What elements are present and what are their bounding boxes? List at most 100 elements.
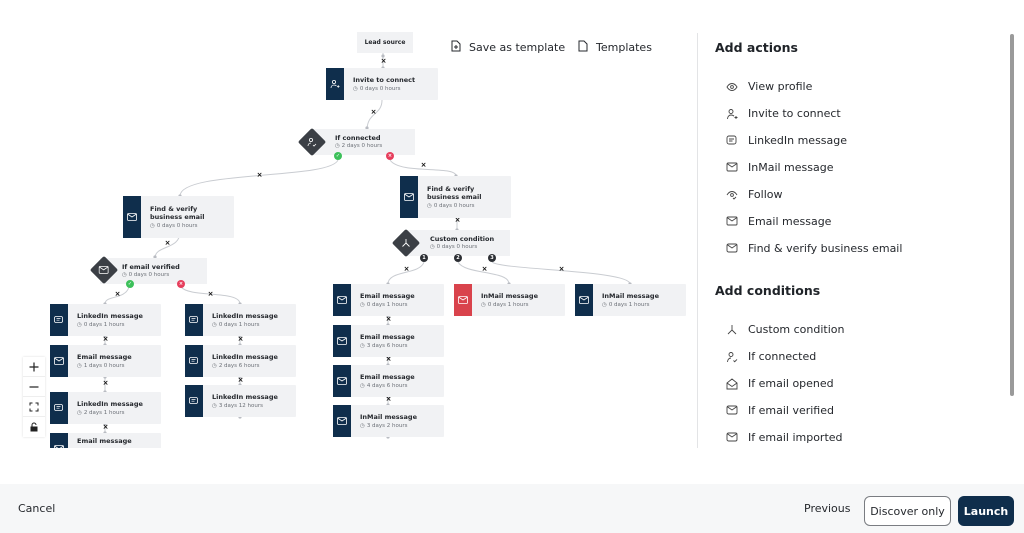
clock-icon: ◷ [481, 301, 486, 308]
action-email-message[interactable]: Email message [726, 215, 831, 228]
action-label: View profile [748, 80, 813, 93]
action-follow[interactable]: Follow [726, 188, 783, 201]
templates-button[interactable]: Templates [578, 40, 652, 55]
node-title: LinkedIn message [212, 392, 278, 401]
condition-if-email-verified[interactable]: If email verified [726, 404, 834, 417]
delete-edge-icon[interactable]: × [370, 109, 377, 116]
action-invite-to-connect[interactable]: Invite to connect [726, 107, 841, 120]
clock-icon: ◷ [212, 321, 217, 328]
delete-edge-icon[interactable]: × [237, 336, 244, 343]
condition-custom-condition[interactable]: Custom condition [726, 323, 845, 336]
node-inmail-message[interactable]: InMail message ◷ 0 days 1 hours [575, 284, 686, 316]
eye-icon [726, 81, 738, 93]
node-find-verify-left[interactable]: Find & verify business email ◷ 0 days 0 h… [123, 196, 234, 238]
node-inmail-message-error[interactable]: InMail message ◷ 0 days 1 hours [454, 284, 565, 316]
condition-if-email-opened[interactable]: If email opened [726, 377, 834, 390]
node-title: Email message [360, 332, 415, 341]
node-title: LinkedIn message [77, 399, 143, 408]
chat-icon [185, 345, 203, 377]
mail-icon [575, 284, 593, 316]
discover-only-button[interactable]: Discover only [864, 496, 951, 526]
node-inmail-message[interactable]: InMail message ◷ 3 days 2 hours [333, 405, 444, 437]
delete-edge-icon[interactable]: × [102, 336, 109, 343]
node-linkedin-message[interactable]: LinkedIn message ◷ 0 days 1 hours [50, 304, 161, 336]
save-as-template-button[interactable]: Save as template [451, 40, 565, 55]
clock-icon: ◷ [77, 321, 82, 328]
node-title: LinkedIn message [212, 311, 278, 320]
delete-edge-icon[interactable]: × [207, 291, 214, 298]
condition-if-email-imported[interactable]: If email imported [726, 431, 843, 444]
node-email-message[interactable]: Email message ◷ 0 days 1 hours [333, 284, 444, 316]
zoom-in-button[interactable] [23, 357, 45, 377]
no-branch-badge: × [386, 152, 394, 160]
node-find-verify-right[interactable]: Find & verify business email ◷ 0 days 0 h… [400, 176, 511, 218]
chat-icon [726, 135, 738, 147]
branch-badge-3: 3 [488, 254, 496, 262]
delete-edge-icon[interactable]: × [256, 172, 263, 179]
delete-edge-icon[interactable]: × [420, 162, 427, 169]
node-delay: ◷ 3 days 12 hours [212, 402, 278, 410]
previous-button[interactable]: Previous [804, 502, 851, 515]
action-label: LinkedIn message [748, 134, 848, 147]
clock-icon: ◷ [212, 402, 217, 409]
delete-edge-icon[interactable]: × [380, 58, 387, 65]
panel-scrollbar[interactable] [1010, 34, 1014, 396]
node-invite-to-connect[interactable]: Invite to connect ◷ 0 days 0 hours [326, 68, 438, 100]
node-linkedin-message[interactable]: LinkedIn message ◷ 0 days 1 hours [185, 304, 296, 336]
add-actions-heading: Add actions [715, 40, 798, 55]
delete-edge-icon[interactable]: × [114, 291, 121, 298]
clock-icon: ◷ [77, 409, 82, 416]
delete-edge-icon[interactable]: × [102, 424, 109, 431]
node-custom-condition[interactable]: Custom condition ◷ 0 days 0 hours [408, 230, 510, 256]
condition-label: If email imported [748, 431, 843, 444]
launch-button[interactable]: Launch [958, 496, 1014, 526]
node-delay: ◷ 0 days 1 hours [360, 301, 415, 309]
node-email-message[interactable]: Email message ◷ 3 days 6 hours [333, 325, 444, 357]
node-email-message[interactable]: Email message ◷ 4 days 6 hours [333, 365, 444, 397]
save-as-template-label: Save as template [469, 41, 566, 54]
chat-icon [50, 304, 68, 336]
delete-edge-icon[interactable]: × [558, 266, 565, 273]
lead-source-node[interactable]: Lead source [357, 32, 413, 53]
branch-icon [402, 239, 410, 247]
workflow-canvas[interactable]: Save as template Templates Lead source ×… [0, 0, 697, 448]
node-linkedin-message[interactable]: LinkedIn message ◷ 2 days 1 hours [50, 392, 161, 424]
node-linkedin-message[interactable]: LinkedIn message ◷ 2 days 6 hours [185, 345, 296, 377]
delete-edge-icon[interactable]: × [385, 316, 392, 323]
delete-edge-icon[interactable]: × [102, 380, 109, 387]
action-inmail-message[interactable]: InMail message [726, 161, 834, 174]
no-branch-badge: × [177, 280, 185, 288]
condition-if-connected[interactable]: If connected [726, 350, 816, 363]
zoom-out-button[interactable] [23, 377, 45, 397]
node-if-connected[interactable]: If connected ◷ 2 days 0 hours [313, 129, 415, 155]
footer-bar: Cancel Previous Discover only Launch [0, 484, 1024, 533]
file-plus-icon [451, 40, 461, 55]
mail-icon [333, 325, 351, 357]
delete-edge-icon[interactable]: × [385, 356, 392, 363]
delay-text: 1 days 0 hours [83, 362, 125, 369]
delete-edge-icon[interactable]: × [164, 240, 171, 247]
branch-badge-2: 2 [454, 254, 462, 262]
cancel-button[interactable]: Cancel [18, 502, 55, 515]
user-plus-icon [326, 68, 344, 100]
delete-edge-icon[interactable]: × [403, 266, 410, 273]
node-delay: ◷ 0 days 1 hours [481, 301, 538, 309]
action-find-verify-business-email[interactable]: Find & verify business email [726, 242, 902, 255]
delete-edge-icon[interactable]: × [454, 217, 461, 224]
delay-text: 2 days 1 hours [83, 409, 125, 416]
node-email-message[interactable]: Email message [50, 433, 161, 448]
node-linkedin-message[interactable]: LinkedIn message ◷ 3 days 12 hours [185, 385, 296, 417]
lock-button[interactable] [23, 417, 45, 437]
delay-text: 0 days 0 hours [433, 202, 475, 209]
delete-edge-icon[interactable]: × [385, 396, 392, 403]
delete-edge-icon[interactable]: × [481, 266, 488, 273]
node-email-message[interactable]: Email message ◷ 1 days 0 hours [50, 345, 161, 377]
node-title: InMail message [481, 291, 538, 300]
delay-text: 2 days 0 hours [341, 143, 383, 149]
delay-text: 0 days 0 hours [436, 244, 478, 250]
delete-edge-icon[interactable]: × [237, 377, 244, 384]
fit-view-button[interactable] [23, 397, 45, 417]
action-linkedin-message[interactable]: LinkedIn message [726, 134, 847, 147]
action-view-profile[interactable]: View profile [726, 80, 812, 93]
mail-check-icon [726, 405, 738, 417]
